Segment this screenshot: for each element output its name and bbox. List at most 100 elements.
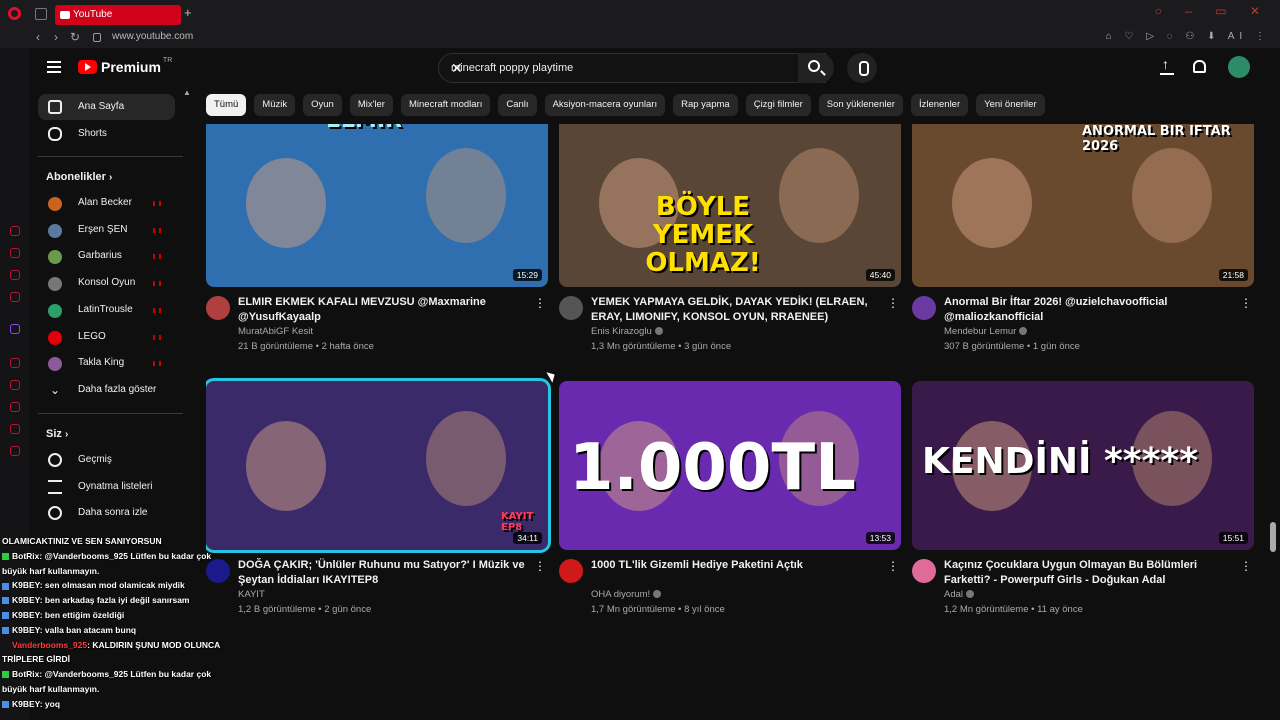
filter-chip[interactable]: Rap yapma [673, 94, 738, 116]
new-tab-button[interactable]: + [184, 5, 192, 20]
search-button[interactable] [798, 53, 834, 83]
sidebar-item-subscription[interactable]: LEGO [38, 324, 175, 350]
scroll-up-icon[interactable]: ▲ [183, 88, 191, 97]
channel-avatar[interactable] [206, 559, 230, 583]
opera-logo-icon[interactable] [8, 7, 21, 20]
create-upload-icon[interactable] [1160, 56, 1174, 75]
video-title[interactable]: ELMIR EKMEK KAFALI MEVZUSU @Maxmarine @Y… [238, 295, 533, 325]
filter-chip[interactable]: Çizgi filmler [745, 94, 811, 116]
video-card[interactable]: KENDİNİ ***** 15:51 Kaçınız Çocuklara Uygu… [912, 381, 1254, 636]
filter-chip[interactable]: Müzik [254, 94, 296, 116]
menu-icon[interactable] [47, 61, 61, 73]
show-more-button[interactable]: ⌄ Daha fazla göster [38, 377, 175, 403]
voice-search-icon[interactable] [847, 53, 877, 83]
sidebar-item-playlists[interactable]: Oynatma listeleri [38, 474, 175, 500]
notifications-icon[interactable] [1193, 60, 1206, 73]
sidebar-item-history[interactable]: Geçmiş [38, 447, 175, 473]
filter-chip[interactable]: İzlenenler [910, 94, 969, 116]
sidebar-item-subscription[interactable]: Takla King [38, 350, 175, 376]
filter-chip[interactable]: Aksiyon-macera oyunları [544, 94, 666, 116]
sidebar-item-subscription[interactable]: Erşen ŞEN [38, 217, 175, 243]
more-options-icon[interactable]: ⋮ [534, 559, 546, 573]
twitch-icon[interactable] [10, 324, 20, 334]
video-title[interactable]: Kaçınız Çocuklara Uygun Olmayan Bu Bölüm… [944, 558, 1239, 588]
channel-name[interactable]: Enis Kirazoglu [591, 326, 663, 337]
back-icon[interactable]: ‹ [36, 30, 40, 44]
filter-chip[interactable]: Mix'ler [349, 94, 393, 116]
filter-chip[interactable]: Son yüklenenler [818, 94, 903, 116]
sidebar-app-icon[interactable] [10, 226, 20, 236]
more-options-icon[interactable]: ⋮ [1240, 296, 1252, 310]
filter-chip[interactable]: Minecraft modları [400, 94, 491, 116]
sidebar-item-watch-later[interactable]: Daha sonra izle [38, 500, 175, 526]
sidebar-item-subscription[interactable]: Alan Becker [38, 190, 175, 216]
channel-avatar[interactable] [206, 296, 230, 320]
page-scrollbar[interactable] [1270, 522, 1276, 552]
video-card[interactable]: ANORMAL BIR IFTAR 2026 21:58 Anormal Bir İ… [912, 124, 1254, 373]
chat-text: : ben ettiğim özeldiği [39, 610, 125, 620]
more-options-icon[interactable]: ⋮ [534, 296, 546, 310]
filter-chip[interactable]: Oyun [303, 94, 342, 116]
sidebar-app-icon[interactable] [10, 402, 20, 412]
filter-chip[interactable]: Yeni öneriler [976, 94, 1045, 116]
youtube-premium-logo[interactable]: Premium TR [78, 57, 172, 75]
video-thumbnail[interactable]: ANORMAL BIR IFTAR 2026 21:58 [912, 124, 1254, 287]
channel-avatar[interactable] [912, 296, 936, 320]
sidebar-app-icon[interactable] [10, 358, 20, 368]
url-field[interactable]: www.youtube.com [112, 31, 193, 42]
channel-avatar[interactable] [912, 559, 936, 583]
tab-youtube[interactable]: YouTube [55, 5, 181, 25]
channel-name[interactable]: Adal [944, 589, 975, 600]
search-input[interactable]: minecraft poppy playtime ✕ [438, 53, 826, 83]
forward-icon[interactable]: › [54, 30, 58, 44]
filter-chip[interactable]: Tümü [206, 94, 247, 116]
sidebar-app-icon[interactable] [10, 424, 20, 434]
sidebar-item-subscription[interactable]: Garbarius [38, 243, 175, 269]
reload-icon[interactable]: ↻ [70, 30, 80, 44]
sidebar-app-icon[interactable] [10, 248, 20, 258]
video-thumbnail[interactable]: KENDİNİ ***** 15:51 [912, 381, 1254, 550]
sidebar-item-shorts[interactable]: Shorts [38, 121, 175, 147]
video-thumbnail[interactable]: KAYIT EP8 34:11 [206, 378, 551, 553]
sidebar-item-subscription[interactable]: Konsol Oyun [38, 270, 175, 296]
window-controls[interactable]: ○ – ▭ ✕ [1155, 4, 1270, 18]
channel-avatar[interactable] [559, 296, 583, 320]
video-title[interactable]: YEMEK YAPMAYA GELDİK, DAYAK YEDİK! (ELRA… [591, 295, 886, 325]
video-thumbnail[interactable]: BÖYLE YEMEK OLMAZ! 45:40 [559, 124, 901, 287]
channel-name[interactable]: OHA diyorum! [591, 589, 662, 600]
video-card[interactable]: 1.000TL 13:53 1000 TL'lik Gizemli Hediye P… [559, 381, 901, 636]
filter-chip[interactable]: Canlı [498, 94, 537, 116]
video-title[interactable]: 1000 TL'lik Gizemli Hediye Paketini Açtı… [591, 558, 886, 573]
settings-icon[interactable] [10, 446, 20, 456]
video-card[interactable]: KAYIT EP8 34:11 DOĞA ÇAKIR; 'Ünlüler Ruhun… [206, 378, 551, 636]
video-thumbnail[interactable]: ELMIR 15:29 [206, 124, 548, 287]
clear-search-icon[interactable]: ✕ [451, 60, 811, 77]
sidebar-app-icon[interactable] [10, 292, 20, 302]
sidebar-app-icon[interactable] [10, 270, 20, 280]
sidebar-item-subscription[interactable]: LatinTrousle [38, 297, 175, 323]
more-options-icon[interactable]: ⋮ [1240, 559, 1252, 573]
more-options-icon[interactable]: ⋮ [887, 296, 899, 310]
channel-avatar[interactable] [559, 559, 583, 583]
more-options-icon[interactable]: ⋮ [887, 559, 899, 573]
sidebar-item-home[interactable]: Ana Sayfa [38, 94, 175, 120]
sidebar-app-icon[interactable] [10, 380, 20, 390]
avatar[interactable] [1228, 56, 1250, 78]
you-heading[interactable]: Siz › [46, 428, 68, 440]
browser-extensions[interactable]: ⌂ ♡ ▷ ◌ ⚇ ⬇ AI ⋮ [1106, 31, 1270, 42]
thumbnail-figure [779, 148, 859, 243]
tab-menu-icon[interactable] [35, 8, 47, 20]
chat-username: K9BEY [12, 610, 40, 620]
ai-button[interactable]: AI [1228, 31, 1247, 42]
chat-message: BotRix: @Vanderbooms_925 Lütfen bu kadar… [2, 551, 211, 561]
video-title[interactable]: Anormal Bir İftar 2026! @uzielchavooffic… [944, 295, 1239, 325]
channel-name[interactable]: MuratAbiGF Kesit [238, 326, 313, 337]
chat-message: BotRix: @Vanderbooms_925 Lütfen bu kadar… [2, 669, 211, 679]
video-card[interactable]: BÖYLE YEMEK OLMAZ! 45:40 YEMEK YAPMAYA GEL… [559, 124, 901, 373]
video-thumbnail[interactable]: 1.000TL 13:53 [559, 381, 901, 550]
video-title[interactable]: DOĞA ÇAKIR; 'Ünlüler Ruhunu mu Satıyor?'… [238, 558, 533, 588]
channel-name[interactable]: KAYIT [238, 589, 265, 600]
channel-name[interactable]: Mendebur Lemur [944, 326, 1028, 337]
subscriptions-heading[interactable]: Abonelikler › [46, 171, 112, 183]
video-card[interactable]: ELMIR 15:29 ELMIR EKMEK KAFALI MEVZUSU @Ma… [206, 124, 548, 373]
